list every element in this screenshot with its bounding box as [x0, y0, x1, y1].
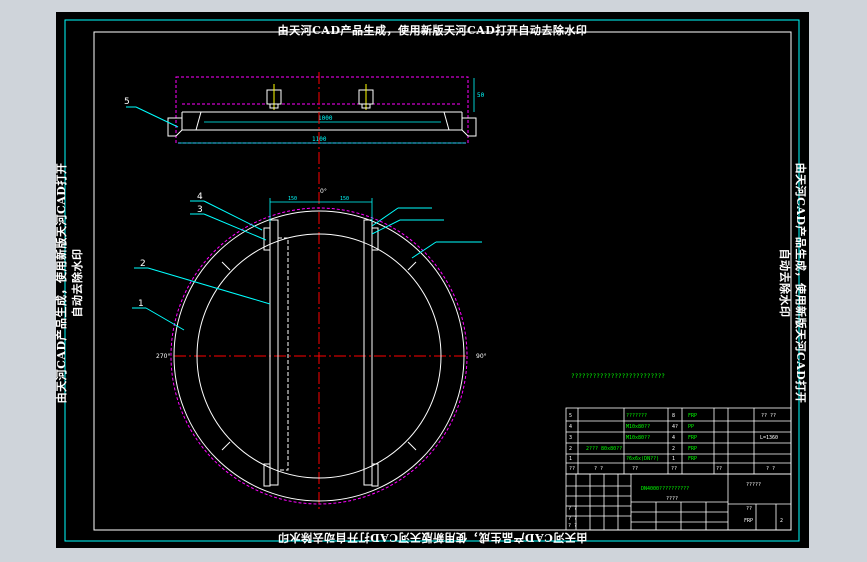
- watermark-bottom: 由天河CAD产品生成，使用新版天河CAD打开自动去除水印: [277, 531, 588, 544]
- bom-row-4-name: M10x80??: [626, 424, 650, 430]
- bom-header-name: ? ?: [594, 466, 603, 472]
- bom-row-2-qty: 2: [672, 446, 675, 452]
- bom-header-qty: ??: [632, 466, 638, 472]
- scale: ??: [746, 506, 752, 512]
- bom-row-1-qty: 1: [672, 456, 675, 462]
- callout-4: 4: [197, 192, 203, 202]
- callout-5: 5: [124, 97, 130, 107]
- bom-row-4-mat: PP: [688, 424, 694, 430]
- angle-90: 90°: [476, 353, 487, 360]
- plan-view: 150 150 0° 270° 90° 4 3 2 1: [132, 72, 487, 512]
- dim-50: 50: [477, 92, 485, 99]
- elevation-dashed-outline: [175, 76, 469, 144]
- angle-0: 0°: [320, 188, 327, 195]
- row-label-2: ? ?: [568, 516, 577, 522]
- bom-table: [565, 407, 792, 475]
- bom-header-mat: ??: [671, 466, 677, 472]
- bom-row-1-mat: FRP: [688, 456, 697, 462]
- beam-right: [363, 219, 373, 486]
- clamp-right: [358, 84, 374, 110]
- bom-header-no: ??: [569, 466, 575, 472]
- inner-frame: [93, 31, 792, 531]
- bom-row-3-mat: FRP: [688, 435, 697, 441]
- dim-1000: 1000: [318, 115, 333, 122]
- callout-leaders: [132, 200, 482, 331]
- row-label-1: ? ?: [568, 506, 577, 512]
- bom-row-2-no: 2: [569, 446, 572, 452]
- bom-row-3-note: L=1360: [760, 435, 778, 441]
- watermark-top: 由天河CAD产品生成，使用新版天河CAD打开自动去除水印: [277, 24, 588, 37]
- bom-row-4-qty: 4?: [672, 424, 678, 430]
- angle-270: 270°: [156, 353, 170, 360]
- callout-1: 1: [138, 299, 144, 309]
- bom-row-5-no: 5: [569, 413, 572, 419]
- sheet-no: 2: [780, 518, 783, 524]
- watermark-left: 由天河CAD产品生成，使用新版天河CAD打开自动去除水印: [55, 162, 84, 404]
- drawing-svg: 1000 1100 50 5: [64, 19, 800, 542]
- green-note: ??????????????????????????: [571, 373, 665, 380]
- left-bracket: [167, 117, 183, 137]
- watermark-right: 由天河CAD产品生成，使用新版天河CAD打开自动去除水印: [778, 162, 807, 404]
- elevation-view: 1000 1100 50 5: [124, 76, 485, 144]
- bom-row-5-name: ???????: [626, 413, 647, 419]
- bom-row-1-name: ?6x6x(DN??): [626, 456, 659, 462]
- project-title: DN4000??????????: [641, 486, 689, 492]
- dim-150-right: 150: [340, 196, 349, 202]
- bom-row-2-name: 2??? 80x80??: [586, 446, 622, 452]
- callout-3: 3: [197, 205, 203, 215]
- dim-150-left: 150: [288, 196, 297, 202]
- drawing-code: ????: [666, 496, 678, 502]
- bom-row-4-no: 4: [569, 424, 572, 430]
- bom-row-3-qty: 4: [672, 435, 675, 441]
- cad-drawing-canvas[interactable]: 1000 1100 50 5: [55, 12, 809, 548]
- drawing-name: ?????: [746, 482, 761, 488]
- bom-header-note: ? ?: [766, 466, 775, 472]
- clamp-left: [266, 84, 282, 110]
- material: FRP: [744, 518, 753, 524]
- bom-row-3-name: M10x80??: [626, 435, 650, 441]
- bom-row-1-no: 1: [569, 456, 572, 462]
- bom-row-5-qty: 8: [672, 413, 675, 419]
- row-label-3: ? ?: [568, 523, 577, 529]
- right-bracket: [461, 117, 477, 137]
- bom-header-wt: ??: [716, 466, 722, 472]
- bom-row-5-mat: FRP: [688, 413, 697, 419]
- bom-row-3-no: 3: [569, 435, 572, 441]
- bom-row-2-mat: FRP: [688, 446, 697, 452]
- beam-left: [269, 219, 279, 486]
- callout-2: 2: [140, 259, 146, 269]
- bom-row-5-note: ?? ??: [761, 413, 776, 419]
